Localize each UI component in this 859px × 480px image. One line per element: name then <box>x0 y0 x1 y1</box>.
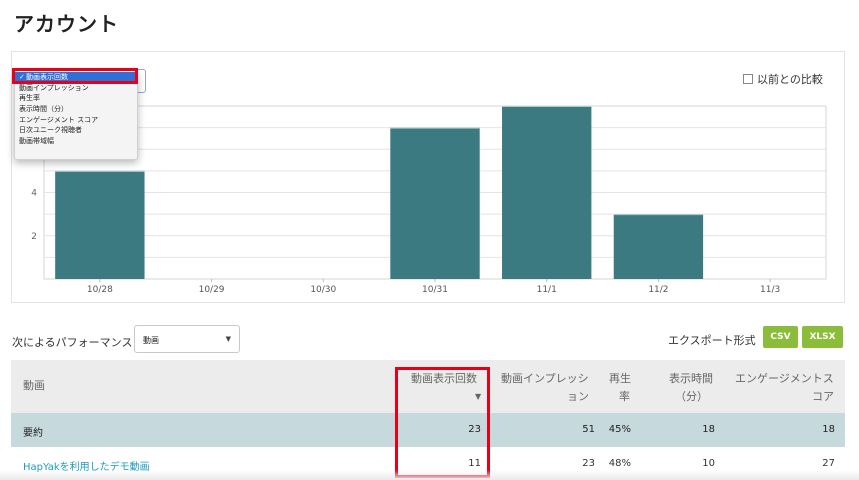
y-tick-label: 4 <box>31 189 37 199</box>
summary-engagement: 18 <box>822 424 835 435</box>
menu-item-video-bandwidth[interactable]: 動画帯域幅 <box>15 136 137 147</box>
x-tick-label: 10/31 <box>422 285 448 295</box>
row-impressions: 23 <box>582 458 595 469</box>
header-play-rate-cont: 率 <box>619 390 630 403</box>
performance-select[interactable]: 動画 ▼ <box>134 325 240 353</box>
selected-item-highlight-box <box>12 68 138 84</box>
summary-watch-time: 18 <box>702 424 715 435</box>
x-tick-label: 10/30 <box>310 285 336 295</box>
summary-play-rate: 45% <box>608 424 631 435</box>
row-play-rate: 48% <box>608 458 631 469</box>
chevron-down-icon: ▼ <box>225 335 231 343</box>
menu-item-watch-time[interactable]: 表示時間（分） <box>15 104 137 115</box>
x-tick-label: 10/28 <box>87 285 113 295</box>
views-column-highlight-box <box>395 367 490 478</box>
header-play-rate[interactable]: 再生 <box>609 370 631 388</box>
header-impressions-cont: ョン <box>567 390 589 403</box>
summary-impressions: 51 <box>582 424 595 435</box>
chart-bar <box>55 170 145 279</box>
menu-item-daily-unique-viewers[interactable]: 日次ユニーク視聴者 <box>15 125 137 136</box>
header-video[interactable]: 動画 <box>23 377 45 395</box>
performance-label: 次によるパフォーマンス <box>12 336 133 349</box>
row-watch-time: 10 <box>702 458 715 469</box>
x-tick-label: 10/29 <box>199 285 225 295</box>
menu-item-engagement-score[interactable]: エンゲージメント スコア <box>15 115 137 126</box>
x-tick-label: 11/3 <box>760 285 780 295</box>
y-tick-label: 2 <box>31 232 37 242</box>
header-watch-time[interactable]: 表示時間 <box>669 370 713 388</box>
export-format-label: エクスポート形式 <box>668 334 756 347</box>
xlsx-export-button[interactable]: XLSX <box>802 326 843 348</box>
header-engagement[interactable]: エンゲージメントス <box>735 370 834 388</box>
x-tick-label: 11/2 <box>648 285 668 295</box>
csv-export-button[interactable]: CSV <box>763 326 798 348</box>
header-impressions[interactable]: 動画インプレッシ <box>501 370 589 388</box>
row-engagement: 27 <box>822 458 835 469</box>
chart-bar <box>613 214 704 279</box>
header-watch-time-cont: （分） <box>675 390 708 403</box>
summary-label: 要約 <box>23 428 43 439</box>
bottom-edge-shadow <box>0 470 859 480</box>
x-tick-label: 11/1 <box>537 285 557 295</box>
menu-item-play-rate[interactable]: 再生率 <box>15 93 137 104</box>
chart-bar <box>390 127 480 279</box>
performance-select-value: 動画 <box>143 336 159 345</box>
chart-bar <box>502 106 592 279</box>
menu-item-video-impressions[interactable]: 動画インプレッション <box>15 83 137 94</box>
header-engagement-cont: コア <box>812 390 834 403</box>
